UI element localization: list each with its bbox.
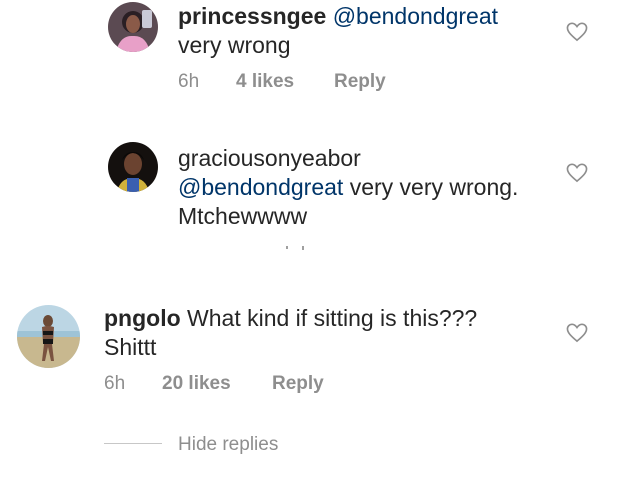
- comment-timestamp: 6h: [178, 71, 200, 92]
- comment-text: What kind if sitting is this???: [180, 305, 478, 331]
- replies-divider: [104, 443, 162, 444]
- comment-2-line-2: @bendondgreat very very wrong.: [178, 172, 518, 202]
- heart-outline-icon[interactable]: [566, 163, 588, 183]
- comment-3-text-line-2: Shittt: [104, 334, 157, 360]
- comment-text: very very wrong.: [343, 174, 519, 200]
- comment-1-text: very wrong: [178, 32, 291, 58]
- comment-2-username[interactable]: graciousonyeabor: [178, 143, 361, 173]
- heart-outline-icon[interactable]: [566, 22, 588, 42]
- comment-username[interactable]: princessngee: [178, 3, 326, 29]
- comment-2-text-line-2: Mtchewwww: [178, 203, 308, 229]
- comment-1-line-1: princessngee @bendondgreat: [178, 1, 498, 31]
- comment-likes-count[interactable]: 4 likes: [236, 70, 294, 94]
- comment-3-meta: 6h 20 likes Reply: [104, 372, 364, 396]
- heart-outline-icon[interactable]: [566, 323, 588, 343]
- reply-button[interactable]: Reply: [334, 70, 386, 94]
- avatar-princessngee[interactable]: [108, 2, 158, 52]
- hide-replies-button[interactable]: Hide replies: [178, 433, 278, 457]
- reply-button[interactable]: Reply: [272, 372, 324, 396]
- comment-timestamp: 6h: [104, 373, 126, 394]
- comment-1-meta: 6h 4 likes Reply: [178, 70, 438, 94]
- avatar-graciousonyeabor[interactable]: [108, 142, 158, 192]
- comment-likes-count[interactable]: 20 likes: [162, 372, 231, 396]
- comment-3-line-1: pngolo What kind if sitting is this???: [104, 303, 477, 333]
- comment-mention[interactable]: @bendondgreat: [178, 174, 343, 200]
- truncated-meta-row: [282, 244, 312, 252]
- comment-mention[interactable]: @bendondgreat: [333, 3, 498, 29]
- comment-username[interactable]: pngolo: [104, 305, 181, 331]
- avatar-pngolo[interactable]: [17, 305, 80, 368]
